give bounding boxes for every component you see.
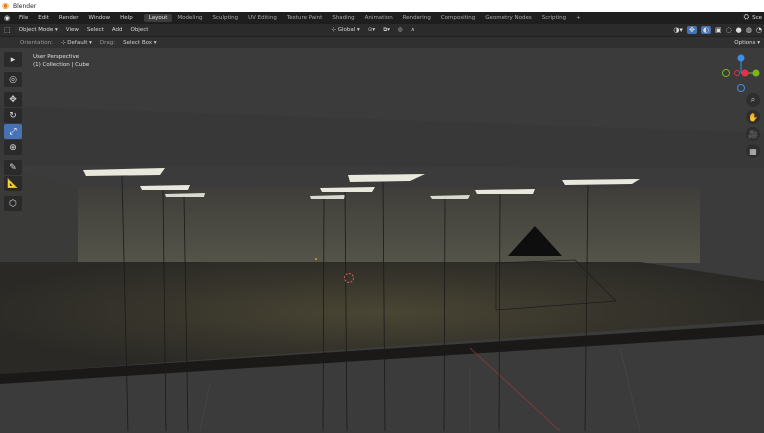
menu-file[interactable]: File xyxy=(14,15,33,21)
menu-view[interactable]: View xyxy=(62,27,83,33)
orientation-label: Orientation: xyxy=(20,39,53,46)
xray-icon[interactable]: ▣ xyxy=(715,26,722,34)
origin-point xyxy=(315,258,317,260)
ceiling-light xyxy=(348,174,425,182)
back-wall xyxy=(78,188,700,263)
shading-solid-icon[interactable]: ● xyxy=(736,26,742,34)
add-cube-icon[interactable]: ⬡ xyxy=(4,196,22,211)
ceiling-light xyxy=(140,185,190,190)
pivot-icon[interactable]: ⊙▾ xyxy=(364,27,379,33)
menu-window[interactable]: Window xyxy=(83,15,115,21)
add-workspace-button[interactable]: + xyxy=(571,14,586,22)
perspective-label: User Perspective xyxy=(33,54,80,60)
tab-shading[interactable]: Shading xyxy=(327,14,359,22)
viewport-header-right: ◑▾ ✥ ◐ ▣ ◌ ● ◍ ◔ xyxy=(673,24,762,36)
ceiling-light xyxy=(320,187,375,192)
window-title: Blender xyxy=(13,2,37,10)
menu-help[interactable]: Help xyxy=(115,15,138,21)
options-dropdown[interactable]: Options ▾ xyxy=(734,37,760,48)
collection-label: (1) Collection | Cube xyxy=(33,62,90,68)
tab-uv-editing[interactable]: UV Editing xyxy=(243,14,282,22)
gizmo-neg-x-icon[interactable] xyxy=(734,70,740,76)
falloff-icon[interactable]: ∧ xyxy=(407,27,419,33)
annotate-icon[interactable]: ✎ xyxy=(4,160,22,175)
rotate-icon[interactable]: ↻ xyxy=(4,108,22,123)
axis-icon: ⊹ xyxy=(331,27,337,33)
x-axis-line xyxy=(469,347,561,432)
navigation-gizmo[interactable] xyxy=(720,52,764,92)
mode-label: Object Mode xyxy=(18,27,54,33)
tab-compositing[interactable]: Compositing xyxy=(436,14,480,22)
gizmo-z-icon[interactable] xyxy=(737,54,745,62)
camera-icon[interactable]: 🎥 xyxy=(746,127,760,141)
tool-settings-bar: Orientation: ⊹ Default ▾ Drag: Select Bo… xyxy=(0,37,764,48)
tab-texture-paint[interactable]: Texture Paint xyxy=(282,14,328,22)
move-icon[interactable]: ✥ xyxy=(4,92,22,107)
tool-shelf: ▸ ◎ ✥ ↻ ⤢ ⊕ ✎ 📐 ⬡ xyxy=(4,52,24,211)
title-bar: ◉ Blender xyxy=(0,0,764,12)
tab-animation[interactable]: Animation xyxy=(360,14,398,22)
menu-select[interactable]: Select xyxy=(83,27,108,33)
grid-line xyxy=(619,347,641,432)
tab-sculpting[interactable]: Sculpting xyxy=(207,14,243,22)
shading-material-icon[interactable]: ◍ xyxy=(746,26,752,34)
gizmo-toggle-icon[interactable]: ✥ xyxy=(686,26,697,34)
grid-icon[interactable]: ▦ xyxy=(746,144,760,158)
gizmo-neg-y-icon[interactable] xyxy=(722,69,730,77)
scene-icon[interactable]: ⛭ xyxy=(743,13,749,22)
transform-orientation-dropdown[interactable]: ⊹ Global ▾ xyxy=(327,27,363,33)
menu-object[interactable]: Object xyxy=(126,27,152,33)
orientation-dropdown[interactable]: ⊹ Default ▾ xyxy=(57,40,96,46)
overlay-toggle-icon[interactable]: ◐ xyxy=(700,26,711,34)
viewport-info: User Perspective (1) Collection | Cube xyxy=(33,53,89,69)
orientation-value: Default xyxy=(67,39,88,46)
ceiling xyxy=(0,106,764,168)
menu-edit[interactable]: Edit xyxy=(33,15,54,21)
viewport-nav-controls: ⌕ ✋ 🎥 ▦ xyxy=(746,93,760,158)
gizmo-x-icon[interactable] xyxy=(741,69,749,77)
drag-dropdown[interactable]: Select Box ▾ xyxy=(119,40,160,46)
shading-rendered-icon[interactable]: ◔ xyxy=(756,26,762,34)
blender-logo-icon: ◉ xyxy=(2,1,9,10)
menu-add[interactable]: Add xyxy=(108,27,127,33)
ceiling-light xyxy=(83,168,165,176)
mode-dropdown[interactable]: Object Mode ▾ xyxy=(14,27,62,33)
zoom-icon[interactable]: ⌕ xyxy=(746,93,760,107)
select-box-icon[interactable]: ▸ xyxy=(4,52,22,67)
pan-hand-icon[interactable]: ✋ xyxy=(746,110,760,124)
grid-line xyxy=(199,383,211,432)
gizmo-neg-z-icon[interactable] xyxy=(737,84,745,92)
gizmo-y-icon[interactable] xyxy=(752,69,760,77)
drag-label: Drag: xyxy=(99,39,116,46)
tab-geometry-nodes[interactable]: Geometry Nodes xyxy=(480,14,536,22)
drag-value: Select Box xyxy=(123,39,153,46)
snap-icon[interactable]: ⧉▾ xyxy=(379,27,394,34)
visibility-icon[interactable]: ◑▾ xyxy=(673,26,683,34)
transform-orientation-label: Global xyxy=(337,27,356,33)
scene-selector[interactable]: Sce xyxy=(752,15,762,21)
editor-type-icon[interactable]: ⬚ xyxy=(0,26,15,34)
tab-modeling[interactable]: Modeling xyxy=(172,14,207,22)
proportional-edit-icon[interactable]: ◎ xyxy=(394,27,407,33)
viewport-scene xyxy=(0,106,764,432)
viewport-header: ⬚ Object Mode ▾ View Select Add Object ⊹… xyxy=(0,24,764,37)
tab-rendering[interactable]: Rendering xyxy=(398,14,436,22)
shading-wireframe-icon[interactable]: ◌ xyxy=(726,26,732,34)
transform-icon[interactable]: ⊕ xyxy=(4,140,22,155)
tab-layout[interactable]: Layout xyxy=(143,14,173,22)
menu-render[interactable]: Render xyxy=(54,15,84,21)
blender-menu-icon[interactable]: ◉ xyxy=(0,14,14,22)
ceiling-light xyxy=(562,179,640,185)
top-menu-bar: ◉ File Edit Render Window Help Layout Mo… xyxy=(0,12,764,24)
tab-scripting[interactable]: Scripting xyxy=(537,14,571,22)
scale-icon[interactable]: ⤢ xyxy=(4,124,22,139)
3d-viewport[interactable] xyxy=(0,48,764,432)
options-label: Options xyxy=(734,39,756,46)
cursor-icon[interactable]: ◎ xyxy=(4,72,22,87)
measure-icon[interactable]: 📐 xyxy=(4,176,22,191)
